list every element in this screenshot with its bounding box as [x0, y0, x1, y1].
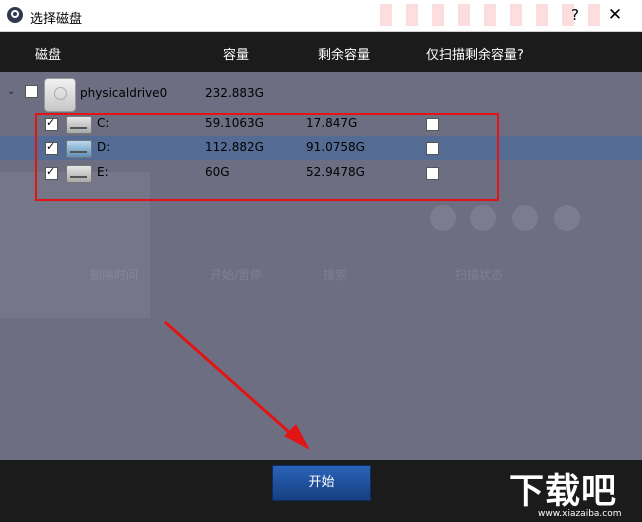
column-header: 磁盘 容量 剩余容量 仅扫描剩余容量? [0, 32, 642, 72]
ghost-label: 搜索 [323, 268, 348, 282]
ghost-label: 扫描状态 [455, 268, 504, 282]
app-icon [7, 7, 23, 23]
ghost-play-icon [470, 205, 496, 231]
chevron-down-icon[interactable]: ⌄ [7, 86, 15, 97]
help-button[interactable]: ? [565, 5, 585, 25]
ghost-forward-icon [554, 205, 580, 231]
tree-row-physical[interactable]: ⌄ physicaldrive0 232.883G [0, 74, 642, 112]
title-bar: 选择磁盘 ? ✕ [0, 0, 642, 32]
column-capacity-header[interactable]: 容量 [223, 44, 249, 63]
ghost-label: 删除时间 [90, 268, 139, 282]
watermark-logo: 下载吧 www.xiazaiba.com [504, 463, 638, 519]
start-button[interactable]: 开始 [272, 465, 371, 501]
physical-drive-name: physicaldrive0 [80, 86, 168, 100]
column-remaining-header[interactable]: 剩余容量 [318, 44, 370, 63]
ghost-rewind-icon [430, 205, 456, 231]
column-scan-remaining-header[interactable]: 仅扫描剩余容量? [426, 44, 524, 63]
watermark-text: 下载吧 [509, 472, 618, 512]
window-title: 选择磁盘 [30, 12, 83, 27]
annotation-highlight-box [35, 113, 499, 201]
close-button[interactable]: ✕ [605, 5, 625, 25]
column-disk-header[interactable]: 磁盘 [35, 44, 61, 63]
watermark-url: www.xiazaiba.com [538, 509, 622, 519]
hard-disk-icon [44, 78, 76, 112]
ghost-label: 开始/暂停 [210, 268, 263, 282]
ghost-stop-icon [512, 205, 538, 231]
physical-drive-capacity: 232.883G [205, 86, 264, 100]
physical-drive-checkbox[interactable] [25, 85, 38, 98]
